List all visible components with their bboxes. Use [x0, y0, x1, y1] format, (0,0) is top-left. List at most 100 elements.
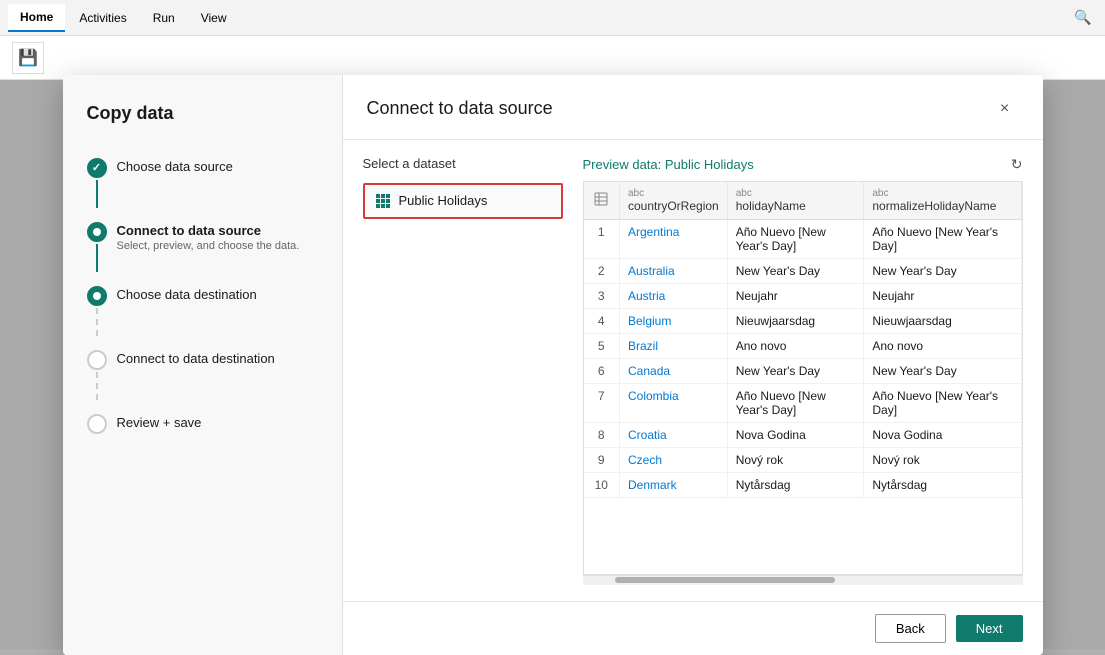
cell-normalized: Año Nuevo [New Year's Day] [864, 383, 1021, 422]
cell-num: 2 [584, 258, 620, 283]
step3-circle [87, 286, 107, 306]
checkmark-icon: ✓ [92, 161, 101, 174]
col-normalized-header: abc normalizeHolidayName [864, 182, 1021, 220]
step1-connector: ✓ [87, 158, 107, 210]
cell-normalized: New Year's Day [864, 358, 1021, 383]
back-button[interactable]: Back [875, 614, 946, 643]
cell-holiday: New Year's Day [727, 258, 864, 283]
cell-holiday: Nova Godina [727, 422, 864, 447]
step5-connector [87, 414, 107, 434]
step4-line [96, 372, 98, 400]
step2-line [96, 244, 98, 272]
cell-normalized: Año Nuevo [New Year's Day] [864, 219, 1021, 258]
next-button[interactable]: Next [956, 615, 1023, 642]
table-row: 10 Denmark Nytårsdag Nytårsdag [584, 472, 1022, 497]
step2-circle [87, 222, 107, 242]
tab-home[interactable]: Home [8, 4, 65, 32]
cell-normalized: Ano novo [864, 333, 1021, 358]
cell-holiday: Año Nuevo [New Year's Day] [727, 219, 864, 258]
cell-num: 4 [584, 308, 620, 333]
cell-country: Austria [620, 283, 728, 308]
cell-holiday: Nytårsdag [727, 472, 864, 497]
cell-country: Czech [620, 447, 728, 472]
dataset-name: Public Holidays [399, 193, 488, 208]
step1-text: Choose data source [117, 159, 318, 174]
cell-country: Brazil [620, 333, 728, 358]
col-normalized-type: abc [872, 188, 1012, 199]
toolbar: 💾 [0, 36, 1105, 80]
save-button[interactable]: 💾 [12, 42, 44, 74]
app-bar: Home Activities Run View 🔍 [0, 0, 1105, 36]
main-area: Copy data ✓ Choose data source [0, 80, 1105, 649]
step3-connector [87, 286, 107, 338]
step4-connector [87, 350, 107, 402]
step-choose-source: ✓ Choose data source [87, 152, 318, 216]
step2-label: Connect to data source Select, preview, … [117, 222, 318, 252]
col-holiday-type: abc [736, 188, 856, 199]
wizard-title: Copy data [87, 103, 318, 124]
dataset-item-public-holidays[interactable]: Public Holidays [363, 183, 563, 219]
step-connect-destination: Connect to data destination [87, 344, 318, 408]
cell-normalized: Nieuwjaarsdag [864, 308, 1021, 333]
col-country-header: abc countryOrRegion [620, 182, 728, 220]
col-country-type: abc [628, 188, 719, 199]
step-list: ✓ Choose data source [87, 152, 318, 440]
step1-line [96, 180, 98, 208]
step4-text: Connect to data destination [117, 351, 318, 366]
dataset-panel-label: Select a dataset [363, 156, 563, 171]
wizard-dialog: Copy data ✓ Choose data source [63, 75, 1043, 655]
cell-num: 3 [584, 283, 620, 308]
cell-num: 5 [584, 333, 620, 358]
table-row: 7 Colombia Año Nuevo [New Year's Day] Añ… [584, 383, 1022, 422]
col-country-name: countryOrRegion [628, 199, 719, 213]
cell-num: 7 [584, 383, 620, 422]
preview-table: abc countryOrRegion abc holidayName [584, 182, 1022, 498]
step2-sub: Select, preview, and choose the data. [117, 240, 318, 252]
dialog-overlay: Copy data ✓ Choose data source [0, 80, 1105, 649]
table-row: 4 Belgium Nieuwjaarsdag Nieuwjaarsdag [584, 308, 1022, 333]
cell-normalized: Neujahr [864, 283, 1021, 308]
step3-text: Choose data destination [117, 287, 318, 302]
step5-label: Review + save [117, 414, 318, 430]
col-normalized-name: normalizeHolidayName [872, 199, 1012, 213]
step4-label: Connect to data destination [117, 350, 318, 366]
table-row: 8 Croatia Nova Godina Nova Godina [584, 422, 1022, 447]
step4-circle [87, 350, 107, 370]
tab-run[interactable]: Run [141, 5, 187, 31]
content-body: Select a dataset Public Holidays [343, 140, 1043, 601]
scroll-thumb[interactable] [615, 577, 835, 583]
step2-text: Connect to data source [117, 223, 318, 238]
step3-label: Choose data destination [117, 286, 318, 302]
table-row: 2 Australia New Year's Day New Year's Da… [584, 258, 1022, 283]
cell-holiday: Nový rok [727, 447, 864, 472]
col-num-header [584, 182, 620, 220]
preview-panel: Preview data: Public Holidays ↻ [583, 156, 1023, 585]
close-button[interactable]: × [991, 95, 1019, 123]
preview-header: Preview data: Public Holidays ↻ [583, 156, 1023, 173]
step3-line [96, 308, 98, 336]
table-icon [375, 193, 391, 209]
cell-country: Australia [620, 258, 728, 283]
cell-country: Croatia [620, 422, 728, 447]
horizontal-scrollbar[interactable] [583, 575, 1023, 585]
step-connect-source: Connect to data source Select, preview, … [87, 216, 318, 280]
step-choose-destination: Choose data destination [87, 280, 318, 344]
dot-icon [93, 228, 101, 236]
cell-holiday: Neujahr [727, 283, 864, 308]
preview-title: Preview data: Public Holidays [583, 157, 754, 172]
refresh-button[interactable]: ↻ [1011, 156, 1023, 173]
cell-country: Denmark [620, 472, 728, 497]
table-row: 9 Czech Nový rok Nový rok [584, 447, 1022, 472]
dot-icon-3 [93, 292, 101, 300]
tab-view[interactable]: View [189, 5, 239, 31]
cell-normalized: New Year's Day [864, 258, 1021, 283]
dialog-title: Connect to data source [367, 98, 553, 119]
cell-normalized: Nova Godina [864, 422, 1021, 447]
step2-connector [87, 222, 107, 274]
search-icon-btn[interactable]: 🔍 [1069, 4, 1097, 32]
table-row: 3 Austria Neujahr Neujahr [584, 283, 1022, 308]
cell-num: 9 [584, 447, 620, 472]
table-row: 1 Argentina Año Nuevo [New Year's Day] A… [584, 219, 1022, 258]
tab-activities[interactable]: Activities [67, 5, 138, 31]
preview-table-wrap[interactable]: abc countryOrRegion abc holidayName [583, 181, 1023, 575]
